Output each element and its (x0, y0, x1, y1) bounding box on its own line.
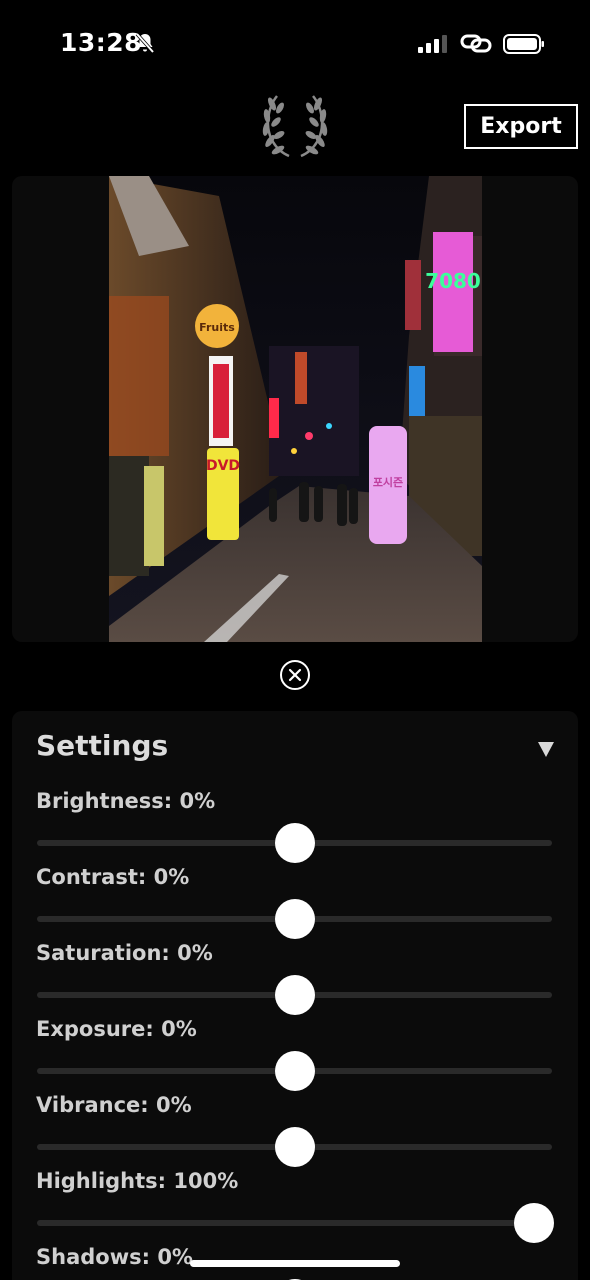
status-bar: 13:28 (0, 0, 590, 88)
settings-panel: Settings Brightness: 0% Contrast: 0% Satur… (12, 711, 578, 1280)
photo-preview[interactable]: 7080 Fruits DVD 포시즌 (109, 176, 482, 642)
slider-brightness: Brightness: 0% (36, 789, 556, 865)
sign-korean-text: 포시즌 (373, 476, 403, 489)
vibrance-label: Vibrance: 0% (36, 1093, 192, 1117)
saturation-slider-thumb[interactable] (274, 975, 315, 1015)
contrast-label: Contrast: 0% (36, 865, 190, 889)
close-icon (288, 668, 302, 682)
slider-vibrance: Vibrance: 0% (36, 1093, 556, 1169)
sign-fruits-text: Fruits (199, 321, 235, 334)
slider-highlights: Highlights: 100% (36, 1169, 556, 1245)
settings-title: Settings (36, 729, 169, 762)
sign-7080-text: 7080 (425, 269, 481, 293)
shadows-label: Shadows: 0% (36, 1245, 193, 1269)
street-photo-image: 7080 Fruits DVD 포시즌 (109, 176, 482, 642)
slider-exposure: Exposure: 0% (36, 1017, 556, 1093)
contrast-slider-thumb[interactable] (274, 899, 315, 939)
highlights-label: Highlights: 100% (36, 1169, 239, 1193)
link-icon (460, 34, 492, 53)
saturation-label: Saturation: 0% (36, 941, 213, 965)
cellular-signal-icon (418, 35, 447, 53)
status-time: 13:28 (60, 28, 143, 57)
sign-dvd-text: DVD (206, 458, 240, 474)
exposure-label: Exposure: 0% (36, 1017, 197, 1041)
export-button[interactable]: Export (464, 104, 578, 149)
slider-saturation: Saturation: 0% (36, 941, 556, 1017)
laurel-logo-icon (262, 95, 328, 158)
home-indicator[interactable] (190, 1260, 400, 1267)
vibrance-slider-thumb[interactable] (274, 1127, 315, 1167)
slider-contrast: Contrast: 0% (36, 865, 556, 941)
photo-editor-screen: 13:28 Export 7080 Fruits DVD 포시즌 Setting… (0, 0, 590, 1280)
highlights-slider-track[interactable] (37, 1220, 552, 1226)
brightness-slider-thumb[interactable] (274, 823, 315, 863)
highlights-slider-thumb[interactable] (514, 1203, 555, 1243)
exposure-slider-thumb[interactable] (274, 1051, 315, 1091)
brightness-label: Brightness: 0% (36, 789, 216, 813)
bell-muted-icon (135, 32, 155, 54)
battery-icon (503, 34, 544, 54)
collapse-triangle-icon[interactable] (538, 742, 554, 757)
remove-photo-button[interactable] (280, 660, 310, 690)
photo-preview-card: 7080 Fruits DVD 포시즌 (12, 176, 578, 642)
